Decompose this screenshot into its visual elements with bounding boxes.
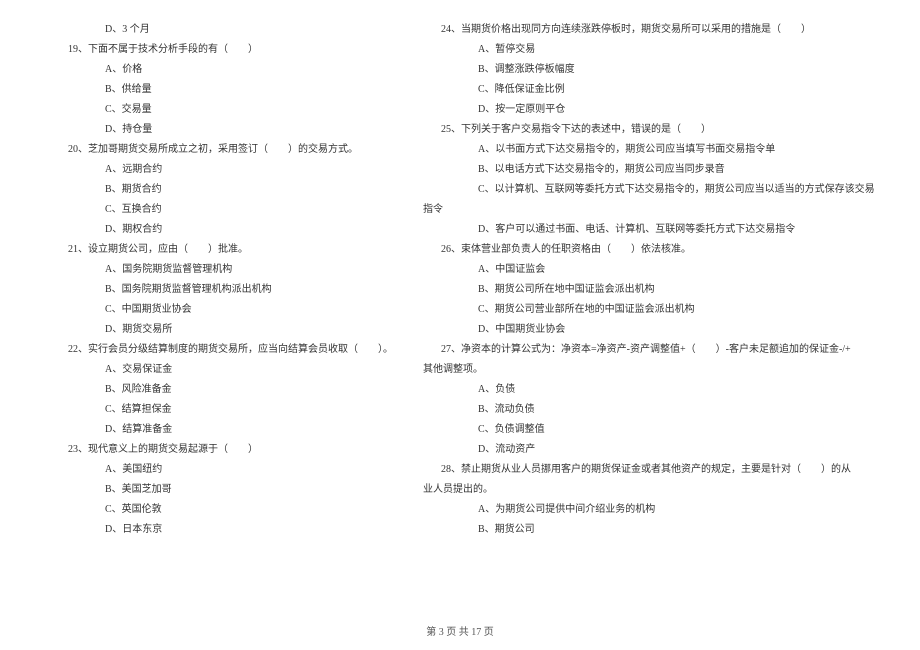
option-line: C、期货公司营业部所在地的中国证监会派出机构 [423, 300, 875, 320]
continuation-line: 其他调整项。 [423, 360, 875, 380]
question-line: 28、禁止期货从业人员挪用客户的期货保证金或者其他资产的规定，主要是针对（ ）的… [423, 460, 875, 480]
option-line: B、期货公司所在地中国证监会派出机构 [423, 280, 875, 300]
option-line: C、负债调整值 [423, 420, 875, 440]
option-line: A、价格 [50, 60, 393, 80]
option-line: A、暂停交易 [423, 40, 875, 60]
page-footer: 第 3 页 共 17 页 [0, 623, 920, 638]
right-column: 24、当期货价格出现同方向连续涨跌停板时，期货交易所可以采用的措施是（ ）A、暂… [423, 20, 875, 600]
left-column: D、3 个月19、下面不属于技术分析手段的有（ ）A、价格B、供给量C、交易量D… [50, 20, 393, 600]
option-line: D、流动资产 [423, 440, 875, 460]
option-line: C、以计算机、互联网等委托方式下达交易指令的，期货公司应当以适当的方式保存该交易 [423, 180, 875, 200]
option-line: D、期权合约 [50, 220, 393, 240]
option-line: C、交易量 [50, 100, 393, 120]
option-line: A、中国证监会 [423, 260, 875, 280]
option-line: C、互换合约 [50, 200, 393, 220]
option-line: A、负债 [423, 380, 875, 400]
option-line: A、远期合约 [50, 160, 393, 180]
question-line: 20、芝加哥期货交易所成立之初，采用签订（ ）的交易方式。 [50, 140, 393, 160]
option-line: A、美国纽约 [50, 460, 393, 480]
question-line: 22、实行会员分级结算制度的期货交易所，应当向结算会员收取（ ）。 [50, 340, 393, 360]
option-line: D、结算准备金 [50, 420, 393, 440]
option-line: B、流动负债 [423, 400, 875, 420]
option-line: A、国务院期货监督管理机构 [50, 260, 393, 280]
option-line: B、期货合约 [50, 180, 393, 200]
option-line: C、中国期货业协会 [50, 300, 393, 320]
option-line: C、结算担保金 [50, 400, 393, 420]
option-line: B、以电话方式下达交易指令的，期货公司应当同步录音 [423, 160, 875, 180]
option-line: B、国务院期货监督管理机构派出机构 [50, 280, 393, 300]
question-line: 24、当期货价格出现同方向连续涨跌停板时，期货交易所可以采用的措施是（ ） [423, 20, 875, 40]
option-line: B、美国芝加哥 [50, 480, 393, 500]
option-line: D、持仓量 [50, 120, 393, 140]
question-line: 27、净资本的计算公式为：净资本=净资产-资产调整值+（ ）-客户未足额追加的保… [423, 340, 875, 360]
question-line: 26、束体营业部负责人的任职资格由（ ）依法核准。 [423, 240, 875, 260]
question-line: 19、下面不属于技术分析手段的有（ ） [50, 40, 393, 60]
option-line: B、供给量 [50, 80, 393, 100]
option-line: D、3 个月 [50, 20, 393, 40]
option-line: D、日本东京 [50, 520, 393, 540]
continuation-line: 指令 [423, 200, 875, 220]
option-line: C、英国伦敦 [50, 500, 393, 520]
option-line: D、期货交易所 [50, 320, 393, 340]
option-line: D、客户可以通过书面、电话、计算机、互联网等委托方式下达交易指令 [423, 220, 875, 240]
option-line: C、降低保证金比例 [423, 80, 875, 100]
option-line: D、按一定原则平仓 [423, 100, 875, 120]
option-line: B、调整涨跌停板幅度 [423, 60, 875, 80]
option-line: A、以书面方式下达交易指令的，期货公司应当填写书面交易指令单 [423, 140, 875, 160]
option-line: B、风险准备金 [50, 380, 393, 400]
continuation-line: 业人员提出的。 [423, 480, 875, 500]
question-line: 23、现代意义上的期货交易起源于（ ） [50, 440, 393, 460]
question-line: 21、设立期货公司，应由（ ）批准。 [50, 240, 393, 260]
option-line: A、为期货公司提供中间介绍业务的机构 [423, 500, 875, 520]
option-line: A、交易保证金 [50, 360, 393, 380]
page-content: D、3 个月19、下面不属于技术分析手段的有（ ）A、价格B、供给量C、交易量D… [50, 20, 870, 600]
option-line: D、中国期货业协会 [423, 320, 875, 340]
option-line: B、期货公司 [423, 520, 875, 540]
question-line: 25、下列关于客户交易指令下达的表述中，错误的是（ ） [423, 120, 875, 140]
